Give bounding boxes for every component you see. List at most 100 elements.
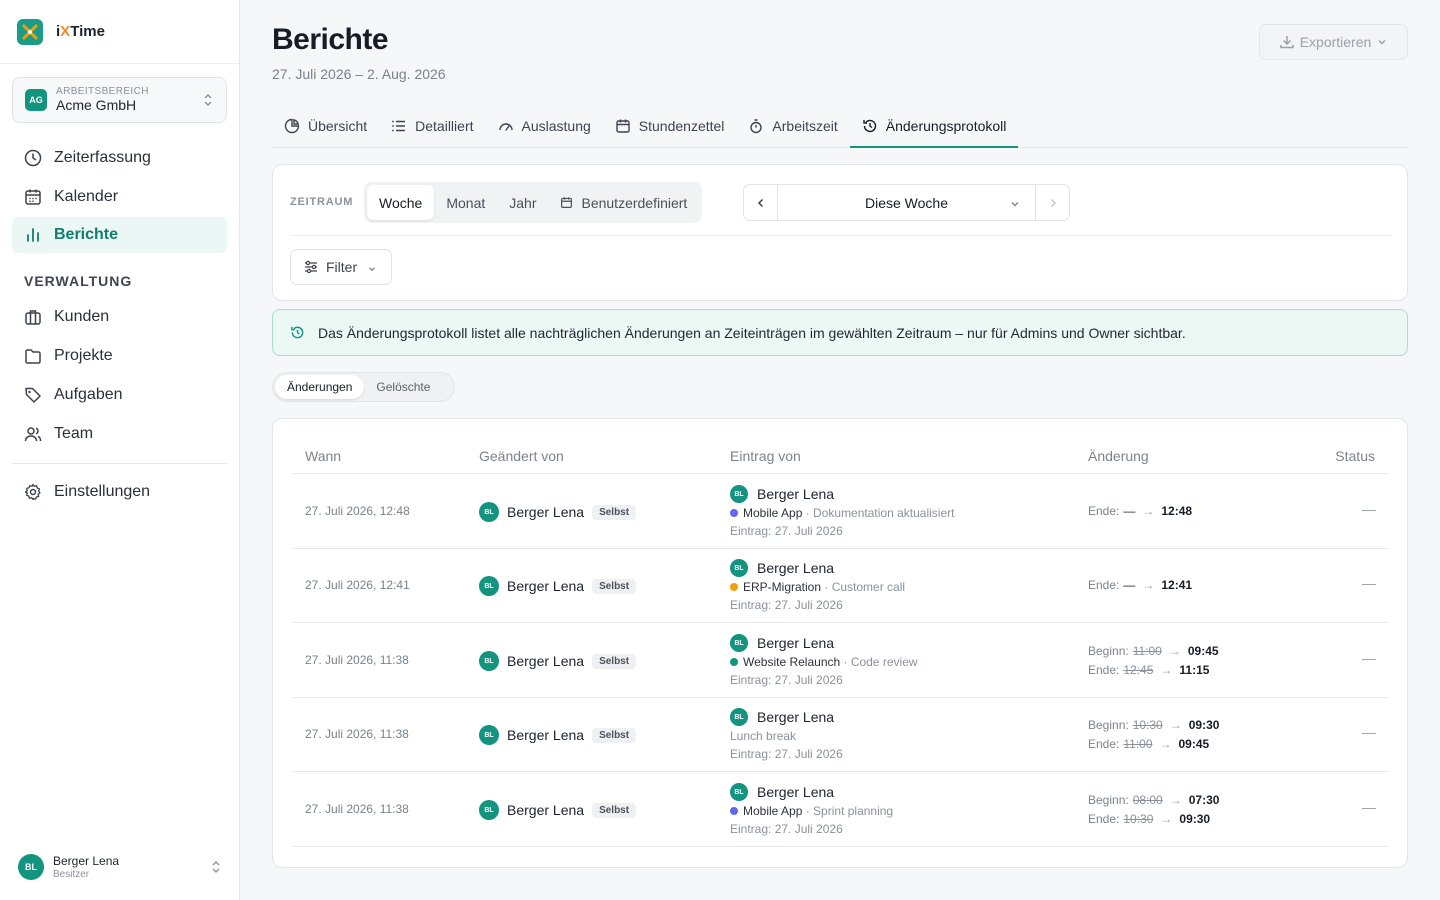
entry-description: · Dokumentation aktualisiert — [805, 506, 955, 520]
next-period-button[interactable] — [1035, 185, 1069, 220]
change-new-value: 12:48 — [1161, 503, 1193, 518]
change-label: Ende: — [1088, 811, 1120, 826]
users-icon — [24, 427, 42, 442]
table-row[interactable]: 27. Juli 2026, 12:48 BL Berger Lena Selb… — [293, 474, 1388, 549]
period-segmented-control: Woche Monat Jahr Benutzerdefiniert — [364, 182, 703, 223]
tab-auslastung[interactable]: Auslastung — [486, 105, 603, 147]
row-when: 27. Juli 2026, 11:38 — [305, 802, 409, 816]
change-old-value: 11:00 — [1132, 643, 1162, 658]
tab-stundenzettel[interactable]: Stundenzettel — [603, 105, 737, 147]
sidebar-divider — [12, 463, 227, 464]
sidebar-item-kunden[interactable]: Kunden — [12, 299, 227, 335]
calendar-icon — [616, 119, 630, 133]
project-name: Mobile App — [743, 804, 803, 818]
row-changed-by: BL Berger Lena Selbst — [479, 651, 637, 671]
subtab-geloeschte[interactable]: Gelöschte — [364, 375, 442, 399]
change-new-value: 07:30 — [1188, 792, 1220, 807]
chevron-down-icon — [369, 267, 375, 272]
list-icon — [392, 120, 406, 132]
subtab-aenderungen[interactable]: Änderungen — [275, 375, 365, 399]
table-row[interactable]: 27. Juli 2026, 11:38 BL Berger Lena Selb… — [293, 772, 1388, 847]
previous-period-button[interactable] — [744, 185, 778, 220]
filter-button[interactable]: Filter — [290, 249, 392, 285]
chevron-updown-icon — [204, 94, 212, 106]
arrow-right-icon: → — [1159, 736, 1172, 751]
period-option-jahr[interactable]: Jahr — [497, 185, 548, 220]
user-menu[interactable]: BL Berger Lena Besitzer — [18, 852, 228, 882]
tag-icon — [25, 387, 41, 403]
row-entry: BL Berger Lena Website Relaunch · Code re… — [730, 633, 918, 689]
column-header-changed-by: Geändert von — [479, 448, 564, 464]
entry-description: · Sprint planning — [805, 804, 894, 818]
period-select-value: Diese Woche — [864, 194, 948, 211]
change-label: Beginn: — [1088, 717, 1129, 732]
avatar: BL — [479, 651, 499, 671]
column-header-entry-by: Eintrag von — [730, 448, 801, 464]
gauge-icon — [498, 123, 513, 131]
entry-user-name: Berger Lena — [757, 486, 835, 502]
change-label: Beginn: — [1088, 792, 1129, 807]
entry-description: Lunch break — [730, 729, 797, 743]
project-name: Mobile App — [743, 506, 803, 520]
changed-by-name: Berger Lena — [507, 653, 585, 669]
project-color-dot — [730, 658, 738, 666]
arrow-right-icon: → — [1142, 503, 1155, 518]
row-entry: BL Berger Lena ERP-Migration · Customer c… — [730, 558, 905, 614]
row-status: — — [1362, 501, 1376, 517]
workspace-switcher[interactable]: AG ARBEITSBEREICH Acme GmbH — [12, 77, 227, 123]
change-new-value: 09:45 — [1178, 736, 1210, 751]
table-row[interactable]: 27. Juli 2026, 11:38 BL Berger Lena Selb… — [293, 698, 1388, 773]
period-option-benutzerdefiniert[interactable]: Benutzerdefiniert — [548, 185, 699, 220]
workspace-caption: ARBEITSBEREICH — [56, 86, 149, 97]
page-daterange: 27. Juli 2026 – 2. Aug. 2026 — [272, 66, 446, 82]
period-option-woche[interactable]: Woche — [367, 185, 435, 220]
info-banner: Das Änderungsprotokoll listet alle nacht… — [272, 309, 1408, 356]
change-old-value: — — [1123, 503, 1136, 518]
sidebar-item-projekte[interactable]: Projekte — [12, 338, 227, 374]
tab-label: Auslastung — [521, 118, 591, 134]
tab-arbeitszeit[interactable]: Arbeitszeit — [736, 105, 849, 147]
row-entry: BL Berger Lena Lunch break Eintrag: 27. J… — [730, 707, 843, 763]
row-entry: BL Berger Lena Mobile App · Dokumentation… — [730, 484, 954, 540]
changed-by-name: Berger Lena — [507, 504, 585, 520]
tab-label: Arbeitszeit — [772, 118, 838, 134]
self-badge: Selbst — [592, 578, 637, 594]
export-button[interactable]: Exportieren — [1259, 24, 1408, 60]
report-tabs: Übersicht Detailliert Auslastung Stunden… — [272, 105, 1408, 148]
period-select[interactable]: Diese Woche — [778, 185, 1035, 220]
tab-aenderungsprotokoll[interactable]: Änderungsprotokoll — [849, 105, 1019, 148]
sidebar-item-einstellungen[interactable]: Einstellungen — [12, 474, 227, 510]
sidebar-item-kalender[interactable]: Kalender — [12, 179, 227, 215]
sidebar-item-zeiterfassung[interactable]: Zeiterfassung — [12, 140, 227, 176]
row-changed-by: BL Berger Lena Selbst — [479, 502, 637, 522]
arrow-right-icon: → — [1169, 792, 1182, 807]
tab-uebersicht[interactable]: Übersicht — [272, 105, 379, 147]
row-status: — — [1362, 799, 1376, 815]
arrow-right-icon: → — [1160, 811, 1173, 826]
sidebar-item-berichte[interactable]: Berichte — [12, 217, 227, 253]
tab-label: Detailliert — [415, 118, 474, 134]
sidebar-item-aufgaben[interactable]: Aufgaben — [12, 377, 227, 413]
change-new-value: 11:15 — [1179, 662, 1210, 677]
calendar-icon — [561, 197, 573, 208]
sidebar-item-label: Berichte — [54, 226, 119, 243]
period-option-monat[interactable]: Monat — [434, 185, 497, 220]
table-row[interactable]: 27. Juli 2026, 12:41 BL Berger Lena Selb… — [293, 549, 1388, 624]
project-color-dot — [730, 583, 738, 591]
table-row[interactable]: 27. Juli 2026, 11:38 BL Berger Lena Selb… — [293, 623, 1388, 698]
project-name: ERP-Migration — [743, 580, 822, 594]
chevron-down-icon — [1011, 202, 1019, 207]
tab-detailliert[interactable]: Detailliert — [379, 105, 485, 147]
sidebar-item-label: Kunden — [54, 308, 110, 325]
arrow-right-icon: → — [1142, 577, 1155, 592]
change-new-value: 09:30 — [1188, 717, 1220, 732]
self-badge: Selbst — [592, 727, 637, 743]
sidebar-item-label: Kalender — [54, 188, 119, 205]
avatar: BL — [730, 634, 748, 652]
avatar: BL — [18, 854, 44, 880]
brand[interactable]: iXTime — [0, 0, 239, 64]
app-logo-icon — [17, 18, 43, 45]
sidebar-item-label: Einstellungen — [54, 483, 151, 500]
sidebar-item-team[interactable]: Team — [12, 416, 227, 452]
gear-icon — [24, 483, 41, 501]
